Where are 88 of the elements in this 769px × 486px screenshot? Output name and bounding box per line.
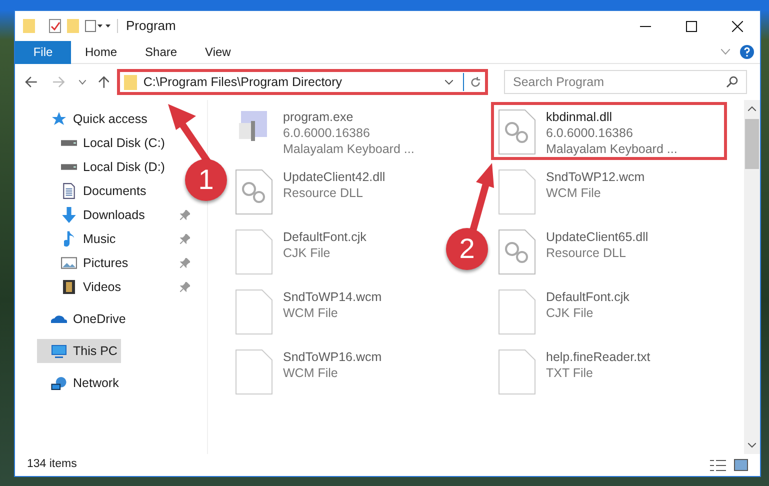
drive-icon <box>61 164 77 170</box>
sidebar-item[interactable]: OneDrive <box>37 307 130 331</box>
pin-icon <box>180 258 190 268</box>
sidebar-item[interactable]: Quick access <box>37 107 152 131</box>
star-icon <box>51 111 67 127</box>
file-name[interactable]: SndToWP14.wcm <box>283 289 382 305</box>
sidebar-item[interactable]: This PC <box>37 339 122 363</box>
customize-toolbar-icon <box>85 20 111 32</box>
sidebar-item[interactable]: Local Disk (D:) <box>47 155 169 179</box>
pin-icon <box>180 210 190 220</box>
large-icons-view-icon[interactable] <box>734 459 748 471</box>
file-detail: WCM File <box>283 305 339 321</box>
details-view-icon[interactable] <box>710 460 726 470</box>
folder-icon <box>23 19 35 33</box>
file-detail: Malayalam Keyboard ... <box>546 141 678 157</box>
file-detail: Resource DLL <box>546 245 627 261</box>
ribbon-tab[interactable]: Share <box>131 40 192 64</box>
ribbon-tab[interactable]: File <box>15 40 71 64</box>
file-icon <box>235 229 273 275</box>
file-icon <box>235 349 273 395</box>
file-name[interactable]: DefaultFont.cjk <box>283 229 366 245</box>
maximize-icon <box>686 20 696 32</box>
file-name[interactable]: UpdateClient65.dll <box>546 229 648 245</box>
document-icon <box>63 183 75 199</box>
properties-icon <box>49 19 61 33</box>
file-name[interactable]: kbdinmal.dll <box>546 109 678 125</box>
chevron-down-icon[interactable] <box>445 80 454 84</box>
ribbon-tab[interactable]: Home <box>71 40 132 64</box>
scrollbar[interactable] <box>744 100 760 454</box>
gear-file-icon <box>235 169 273 215</box>
file-name[interactable]: SndToWP12.wcm <box>546 169 645 185</box>
folder-icon <box>124 74 138 90</box>
download-icon <box>61 207 77 223</box>
refresh-icon[interactable] <box>470 76 482 88</box>
file-name[interactable]: program.exe <box>283 109 414 125</box>
pin-icon <box>180 282 190 292</box>
address-path: C:\Program Files\Program Directory <box>143 74 342 91</box>
pictures-icon <box>61 257 77 269</box>
file-detail: Resource DLL <box>283 185 364 201</box>
sidebar-item[interactable]: Videos <box>47 275 194 299</box>
search-icon[interactable] <box>726 76 738 88</box>
program-icon <box>239 109 269 141</box>
file-name[interactable]: UpdateClient42.dll <box>283 169 386 185</box>
gear-file-icon <box>498 109 536 155</box>
close-icon <box>732 20 742 32</box>
network-icon <box>51 376 67 390</box>
up-arrow-icon[interactable] <box>98 76 110 88</box>
sidebar-item[interactable]: Downloads <box>47 203 194 227</box>
chevron-down-icon <box>748 443 756 448</box>
monitor-icon <box>51 344 67 358</box>
file-detail: CJK File <box>546 305 594 321</box>
file-icon <box>498 349 536 395</box>
file-detail: 6.0.6000.16386 <box>283 125 371 141</box>
item-count: 134 items <box>27 457 77 472</box>
sidebar-item[interactable]: Network <box>37 371 123 395</box>
new-folder-icon <box>67 19 79 33</box>
file-detail: TXT File <box>546 365 594 381</box>
scrollbar-thumb[interactable] <box>745 119 759 169</box>
sidebar-item[interactable]: Local Disk (C:) <box>47 131 169 155</box>
file-name[interactable]: help.fineReader.txt <box>546 349 650 365</box>
help-icon[interactable] <box>740 45 754 59</box>
file-detail: WCM File <box>546 185 602 201</box>
film-icon <box>63 279 75 295</box>
file-detail: WCM File <box>283 365 339 381</box>
ribbon-tab[interactable]: View <box>191 40 245 64</box>
file-name[interactable]: DefaultFont.cjk <box>546 289 630 305</box>
chevron-down-icon[interactable] <box>78 80 86 84</box>
file-item[interactable]: kbdinmal.dll 6.0.6000.16386 Malayalam Keyboard ... <box>491 102 727 160</box>
sidebar-item[interactable]: Documents <box>47 179 150 203</box>
address-bar[interactable]: C:\Program Files\Program Directory <box>117 69 488 95</box>
cloud-icon <box>51 315 67 323</box>
chevron-up-icon <box>748 106 756 111</box>
file-detail: Malayalam Keyboard ... <box>283 141 414 157</box>
gear-file-icon <box>498 229 536 275</box>
pin-icon <box>180 234 190 244</box>
window-title: Program <box>126 17 176 36</box>
file-detail: CJK File <box>283 245 332 261</box>
drive-icon <box>61 140 77 146</box>
sidebar-item[interactable]: Music <box>47 227 194 251</box>
file-icon <box>235 289 273 335</box>
file-name[interactable]: SndToWP16.wcm <box>283 349 382 365</box>
music-note-icon <box>64 231 74 247</box>
file-icon <box>498 289 536 335</box>
sidebar-item[interactable]: Pictures <box>47 251 194 275</box>
file-detail: 6.0.6000.16386 <box>546 125 634 141</box>
search-field[interactable]: Search Program <box>504 70 748 94</box>
back-arrow-icon[interactable] <box>25 76 37 88</box>
file-icon <box>498 169 536 215</box>
